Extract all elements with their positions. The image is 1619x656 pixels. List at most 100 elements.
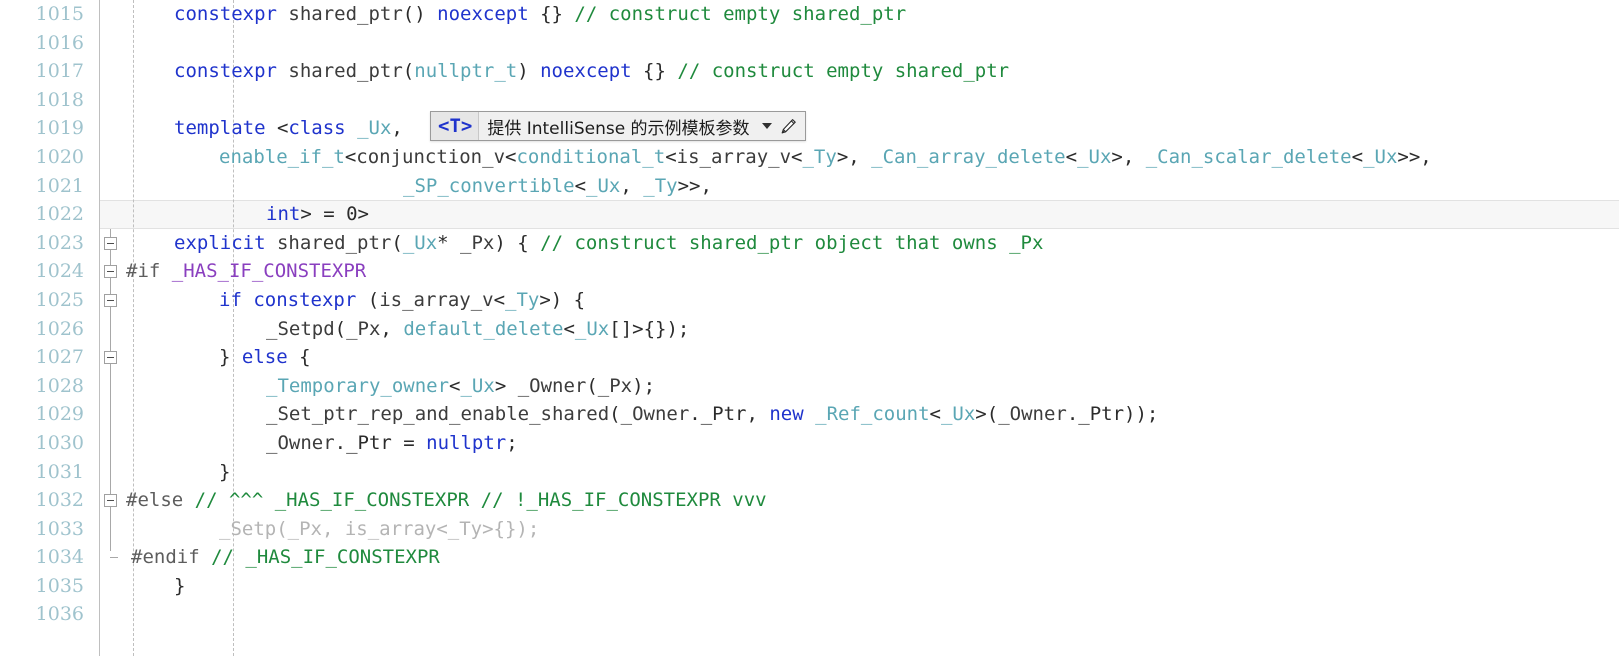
code-token: >, <box>836 145 872 168</box>
code-token: _Owner <box>266 431 335 454</box>
code-token: _Ty <box>643 174 678 197</box>
fold-margin-cell <box>101 0 123 29</box>
code-token: ; <box>506 431 518 454</box>
code-editor[interactable]: 1015 constexpr shared_ptr() noexcept {} /… <box>0 0 1619 656</box>
code-token: , <box>391 117 403 140</box>
code-token: // construct shared_ptr object that owns… <box>540 231 1044 254</box>
code-token: // construct empty shared_ptr <box>677 60 1010 83</box>
code-token: enable_if_t <box>219 145 345 168</box>
code-line[interactable]: 1016 <box>0 29 1619 58</box>
code-token: } <box>174 574 186 597</box>
code-text[interactable]: _Set_ptr_rep_and_enable_shared(_Owner._P… <box>266 400 1158 429</box>
code-line[interactable]: 1028 _Temporary_owner<_Ux> _Owner(_Px); <box>0 371 1619 401</box>
code-token: >) { <box>539 288 586 311</box>
code-token: ) <box>517 60 541 83</box>
chevron-down-icon[interactable] <box>758 123 776 129</box>
code-line[interactable]: 1019 template <class _Ux, <box>0 114 1619 143</box>
code-text[interactable]: if constexpr (is_array_v<_Ty>) { <box>219 286 585 315</box>
code-token: default_delete <box>403 317 564 340</box>
code-token: } <box>219 346 242 369</box>
code-text[interactable]: constexpr shared_ptr() noexcept {} // co… <box>174 0 906 29</box>
line-number: 1024 <box>35 260 84 283</box>
fold-connector-line <box>110 257 111 266</box>
line-number: 1032 <box>35 489 84 512</box>
line-number: 1034 <box>35 546 84 569</box>
code-token: is_array_v <box>379 288 494 311</box>
fold-margin-cell <box>101 400 123 429</box>
code-text[interactable]: #endif // _HAS_IF_CONSTEXPR <box>131 543 440 572</box>
code-text[interactable]: explicit shared_ptr(_Ux* _Px) { // const… <box>174 229 1043 258</box>
code-token: < <box>665 145 677 168</box>
fold-margin-cell <box>101 457 123 487</box>
code-text[interactable]: _Temporary_owner<_Ux> _Owner(_Px); <box>266 372 655 401</box>
code-line[interactable]: 1026 _Setpd(_Px, default_delete<_Ux[]>{})… <box>0 314 1619 344</box>
code-line[interactable]: 1018 <box>0 86 1619 115</box>
code-line[interactable]: 1027} else { <box>0 343 1619 372</box>
code-line[interactable]: 1025 if constexpr (is_array_v<_Ty>) { <box>0 285 1619 315</box>
code-line[interactable]: 1021 _SP_convertible<_Ux, _Ty>>, <box>0 172 1619 201</box>
code-text[interactable]: #else // ^^^ _HAS_IF_CONSTEXPR // !_HAS_… <box>126 486 767 515</box>
line-number: 1020 <box>35 145 84 168</box>
code-line[interactable]: 1032 #else // ^^^ _HAS_IF_CONSTEXPR // !_… <box>0 486 1619 515</box>
code-text[interactable]: #if _HAS_IF_CONSTEXPR <box>126 257 366 286</box>
fold-connector-line <box>110 486 111 495</box>
template-parameter-popup[interactable]: <T> 提供 IntelliSense 的示例模板参数 <box>430 111 806 141</box>
line-number: 1023 <box>35 231 84 254</box>
code-text[interactable]: _Setp(_Px, is_array<_Ty>{}); <box>219 515 539 544</box>
code-token: > = 0> <box>300 203 369 226</box>
code-text[interactable]: _SP_convertible<_Ux, _Ty>>, <box>403 172 712 201</box>
code-token: _Ux <box>940 403 976 426</box>
collapse-minus-icon[interactable] <box>104 265 117 279</box>
code-token: conjunction_v <box>356 145 506 168</box>
code-token: >, <box>1111 145 1146 168</box>
code-line[interactable]: 1033 _Setp(_Px, is_array<_Ty>{}); <box>0 514 1619 544</box>
collapse-minus-icon[interactable] <box>104 236 117 250</box>
code-line[interactable]: 1020 enable_if_t<conjunction_v<conditiona… <box>0 143 1619 172</box>
code-text[interactable]: constexpr shared_ptr(nullptr_t) noexcept… <box>174 57 1009 86</box>
collapse-minus-icon[interactable] <box>104 351 117 365</box>
code-line[interactable]: 1023 explicit shared_ptr(_Ux* _Px) { // c… <box>0 228 1619 258</box>
pencil-icon[interactable] <box>776 118 805 135</box>
fold-margin-cell[interactable] <box>101 486 123 515</box>
code-line[interactable]: 1034 #endif // _HAS_IF_CONSTEXPR <box>0 543 1619 572</box>
code-line[interactable]: 1036 <box>0 600 1619 629</box>
code-token: , <box>620 174 644 197</box>
code-line[interactable]: 1035} <box>0 572 1619 601</box>
code-line[interactable]: 1030 _Owner._Ptr = nullptr; <box>0 428 1619 458</box>
code-token: } <box>219 460 231 483</box>
fold-margin-cell[interactable] <box>101 257 123 286</box>
fold-connector-line <box>110 278 111 286</box>
line-number: 1033 <box>35 517 84 540</box>
code-line[interactable]: 1024 #if _HAS_IF_CONSTEXPR <box>0 257 1619 286</box>
code-line[interactable]: 1031} <box>0 457 1619 487</box>
fold-margin-cell[interactable] <box>101 228 123 258</box>
code-text[interactable]: int> = 0> <box>266 200 369 229</box>
code-text[interactable]: _Owner._Ptr = nullptr; <box>266 429 518 458</box>
collapse-minus-icon[interactable] <box>104 494 117 508</box>
fold-margin-cell <box>101 86 123 115</box>
code-token: ( <box>402 60 415 83</box>
code-token: < <box>1351 145 1364 168</box>
code-line[interactable]: 1029 _Set_ptr_rep_and_enable_shared(_Owne… <box>0 400 1619 429</box>
code-line[interactable]: 1015 constexpr shared_ptr() noexcept {} /… <box>0 0 1619 29</box>
code-token: nullptr <box>426 431 507 454</box>
code-token: constexpr <box>174 3 277 25</box>
collapse-minus-icon[interactable] <box>104 293 117 307</box>
code-token: _Px <box>346 317 381 340</box>
code-text[interactable]: } else { <box>219 343 311 372</box>
code-token: ( <box>356 288 380 311</box>
fold-connector-line <box>110 457 111 487</box>
fold-margin-cell[interactable] <box>101 285 123 315</box>
code-text[interactable]: enable_if_t<conjunction_v<conditional_t<… <box>219 143 1432 172</box>
code-line[interactable]: 1017 constexpr shared_ptr(nullptr_t) noex… <box>0 57 1619 86</box>
code-token: _Px <box>460 231 495 254</box>
fold-margin-cell[interactable] <box>101 343 123 372</box>
line-number: 1029 <box>35 403 84 426</box>
code-text[interactable]: _Setpd(_Px, default_delete<_Ux[]>{}); <box>266 315 689 344</box>
code-line[interactable]: 1022 int> = 0> <box>0 200 1619 229</box>
code-text[interactable]: } <box>219 458 230 487</box>
code-text[interactable]: template <class _Ux, <box>174 114 403 143</box>
code-text[interactable]: } <box>174 572 185 601</box>
